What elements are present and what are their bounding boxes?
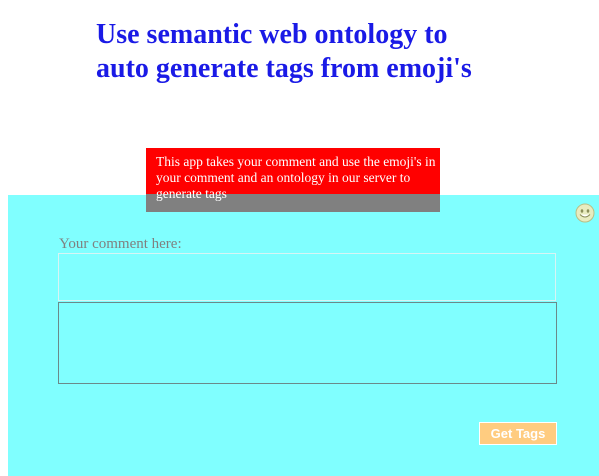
smiley-face-icon[interactable] [575, 203, 595, 223]
get-tags-button[interactable]: Get Tags [479, 422, 557, 445]
app-description-box: This app takes your comment and use the … [146, 148, 440, 212]
comment-label: Your comment here: [59, 236, 182, 252]
page-title: Use semantic web ontology to auto genera… [96, 19, 472, 84]
comment-textarea[interactable] [58, 302, 557, 384]
app-description-text: This app takes your comment and use the … [156, 154, 436, 201]
comment-input[interactable] [58, 253, 556, 301]
app-page: Use semantic web ontology to auto genera… [0, 0, 599, 476]
